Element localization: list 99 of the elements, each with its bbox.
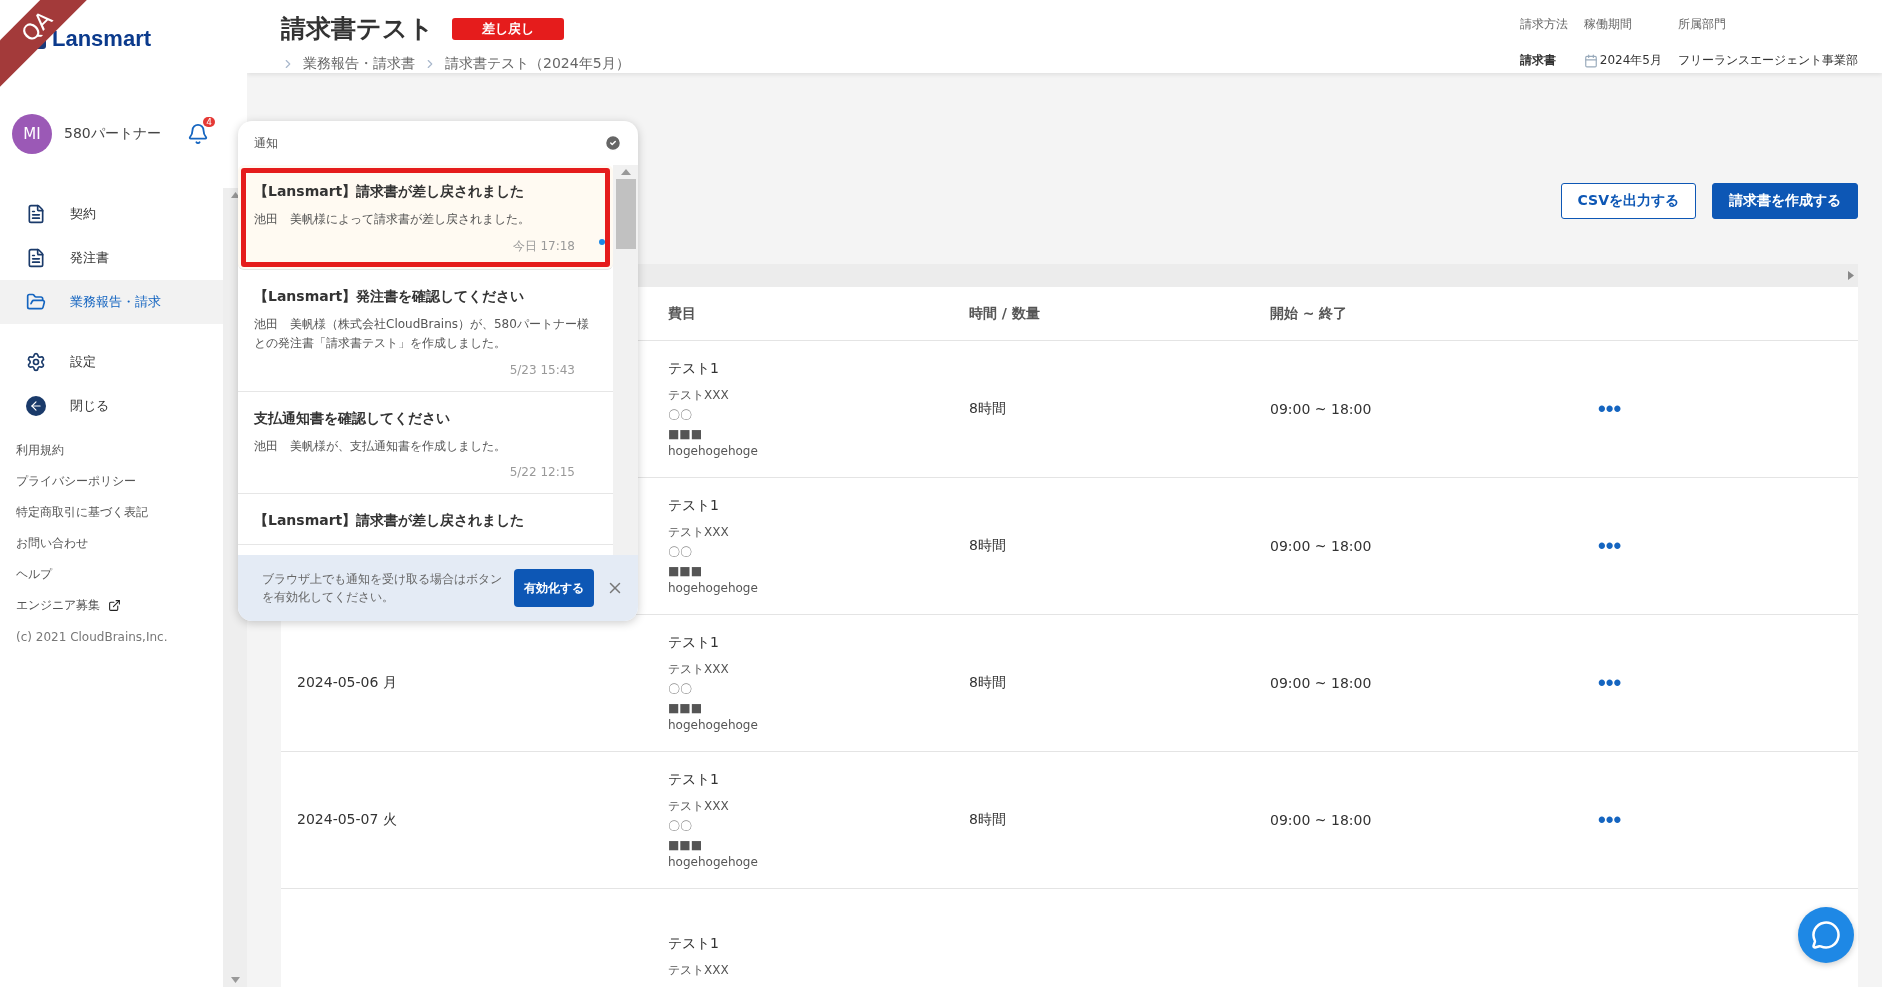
time-cell: 09:00 ~ 18:00: [1270, 812, 1372, 828]
item-detail: hogehogehoge: [668, 855, 758, 869]
item-detail: テストXXX: [668, 962, 729, 979]
item-name: テスト1: [668, 935, 720, 953]
notification-item[interactable]: 【Lansmart】請求書が差し戻されました 池田 美帆様によって請求書が差し戻されました。 今日 17:18: [238, 165, 613, 271]
nav-item[interactable]: 発注書: [0, 236, 223, 280]
item-detail: ■■■: [668, 838, 703, 852]
meta-value: 請求書: [1519, 52, 1557, 70]
nav-item[interactable]: 設定: [0, 340, 223, 384]
item-detail: ■■■: [668, 701, 703, 715]
page-title: 請求書テスト: [281, 13, 434, 45]
hours-cell: 8時間: [969, 400, 1006, 418]
notification-time: 5/22 12:15: [509, 464, 576, 479]
item-detail: 〇〇: [668, 407, 693, 424]
item-detail: hogehogehoge: [668, 718, 758, 732]
nav-item[interactable]: 契約: [0, 192, 223, 236]
item-detail: テストXXX: [668, 661, 730, 678]
item-name: テスト1: [668, 497, 720, 515]
user-name: 580パートナー: [64, 125, 162, 143]
notification-time: 今日 17:18: [512, 238, 576, 256]
settings-icon: [26, 352, 46, 372]
popup-title: 通知: [254, 134, 278, 152]
avatar[interactable]: MI: [12, 114, 52, 154]
meta-label: 稼働期間: [1583, 16, 1633, 33]
item-detail: hogehogehoge: [668, 444, 758, 458]
time-cell: 09:00 ~ 18:00: [1270, 401, 1372, 417]
item-name: テスト1: [668, 634, 720, 652]
meta-label: 請求方法: [1519, 16, 1568, 33]
footer-link[interactable]: ヘルプ: [16, 566, 223, 583]
footer-link[interactable]: 利用規約: [16, 442, 223, 459]
notification-item[interactable]: 支払通知書を確認してください 池田 美帆様が、支払通知書を作成しました。 5/22 12:15: [238, 391, 613, 494]
hours-cell: 8時間: [969, 537, 1006, 555]
export-button[interactable]: CSVを出力する: [1560, 183, 1696, 219]
document-icon: [26, 248, 46, 268]
document-icon: [26, 204, 46, 224]
column-header: 時間 / 数量: [969, 304, 1040, 323]
item-name: テスト1: [668, 771, 720, 789]
more-menu[interactable]: •••: [1598, 807, 1622, 833]
notification-count: 4: [203, 117, 215, 127]
breadcrumb: 請求書テスト（2024年5月）: [445, 55, 630, 73]
column-header: 開始 ~ 終了: [1270, 304, 1348, 323]
notification-title: 【Lansmart】請求書が差し戻されました: [254, 183, 526, 201]
date-cell: 2024-05-07 火: [297, 811, 397, 829]
notification-title: 支払通知書を確認してください: [254, 409, 451, 428]
meta-value: フリーランスエージェント事業部: [1678, 52, 1858, 70]
time-cell: 09:00 ~ 18:00: [1270, 538, 1372, 554]
create-button[interactable]: 請求書を作成する: [1712, 183, 1858, 219]
external-link-icon: [108, 599, 121, 612]
mark-read-icon[interactable]: [604, 134, 622, 152]
footer-link[interactable]: エンジニア募集: [16, 597, 223, 614]
item-detail: テストXXX: [668, 524, 730, 541]
item-detail: 〇〇: [668, 681, 693, 698]
meta-value: 2024年5月: [1583, 48, 1662, 73]
more-menu[interactable]: •••: [1598, 533, 1622, 559]
scrollbar[interactable]: [613, 165, 638, 555]
chat-icon: [1811, 920, 1841, 950]
notification-item[interactable]: 【Lansmart】発注書を確認してください 池田 美帆様（株式会社CloudBrains）が、580パートナー様との発注書「請求書テスト」を作成しました。 5/23 15:43: [238, 270, 613, 392]
breadcrumb[interactable]: 業務報告・請求書: [303, 55, 415, 73]
notification-body: 池田 美帆様（株式会社CloudBrains）が、580パートナー様との発注書「請求書テスト」を作成しました。: [254, 316, 590, 353]
scroll-down-icon[interactable]: [230, 977, 240, 983]
scroll-right-icon[interactable]: [1848, 271, 1854, 280]
calendar-icon: [1583, 53, 1598, 68]
footer-link[interactable]: 特定商取引に基づく表記: [16, 504, 223, 521]
time-cell: 09:00 ~ 18:00: [1270, 675, 1372, 691]
notification-title: 【Lansmart】発注書を確認してください: [254, 288, 526, 307]
copyright: (c) 2021 CloudBrains,Inc.: [15, 629, 169, 644]
notification-body: 池田 美帆様が、支払通知書を作成しました。: [254, 437, 507, 455]
notification-title: 【Lansmart】請求書が差し戻されました: [254, 511, 526, 530]
scroll-up-icon[interactable]: [620, 169, 631, 175]
footer-link[interactable]: プライバシーポリシー: [16, 473, 223, 490]
item-detail: 〇〇: [668, 818, 693, 835]
footer-link[interactable]: お問い合わせ: [16, 535, 223, 552]
logo[interactable]: Lansmart: [52, 26, 152, 52]
folder-icon: [26, 292, 46, 312]
meta-label: 所属部門: [1678, 16, 1727, 33]
banner-text: ブラウザ上でも通知を受け取る場合はボタンを有効化してください。: [262, 571, 502, 606]
enable-button[interactable]: 有効化する: [514, 569, 594, 607]
hours-cell: 8時間: [969, 811, 1006, 829]
hours-cell: 8時間: [969, 674, 1006, 692]
item-detail: テストXXX: [668, 798, 730, 815]
notification-time: 5/23 15:43: [509, 362, 576, 377]
nav-item[interactable]: 業務報告・請求: [0, 280, 223, 324]
bell-icon[interactable]: [187, 123, 209, 145]
item-detail: ■■■: [668, 564, 703, 578]
column-header: 費目: [668, 304, 696, 323]
notification-item[interactable]: 【Lansmart】請求書が差し戻されました: [238, 493, 613, 545]
scroll-up-icon[interactable]: [230, 192, 240, 198]
more-menu[interactable]: •••: [1598, 396, 1622, 422]
scrollbar-thumb[interactable]: [615, 179, 636, 249]
item-name: テスト1: [668, 360, 720, 378]
status-badge: 差し戻し: [452, 17, 564, 40]
item-detail: hogehogehoge: [668, 581, 758, 595]
item-detail: テストXXX: [668, 387, 730, 404]
nav-item[interactable]: 閉じる: [0, 384, 223, 428]
item-detail: 〇〇: [668, 544, 693, 561]
date-cell: 2024-05-06 月: [297, 674, 397, 692]
more-menu[interactable]: •••: [1598, 670, 1622, 696]
item-detail: ■■■: [668, 427, 703, 441]
notification-body: 池田 美帆様によって請求書が差し戻されました。: [254, 211, 531, 228]
